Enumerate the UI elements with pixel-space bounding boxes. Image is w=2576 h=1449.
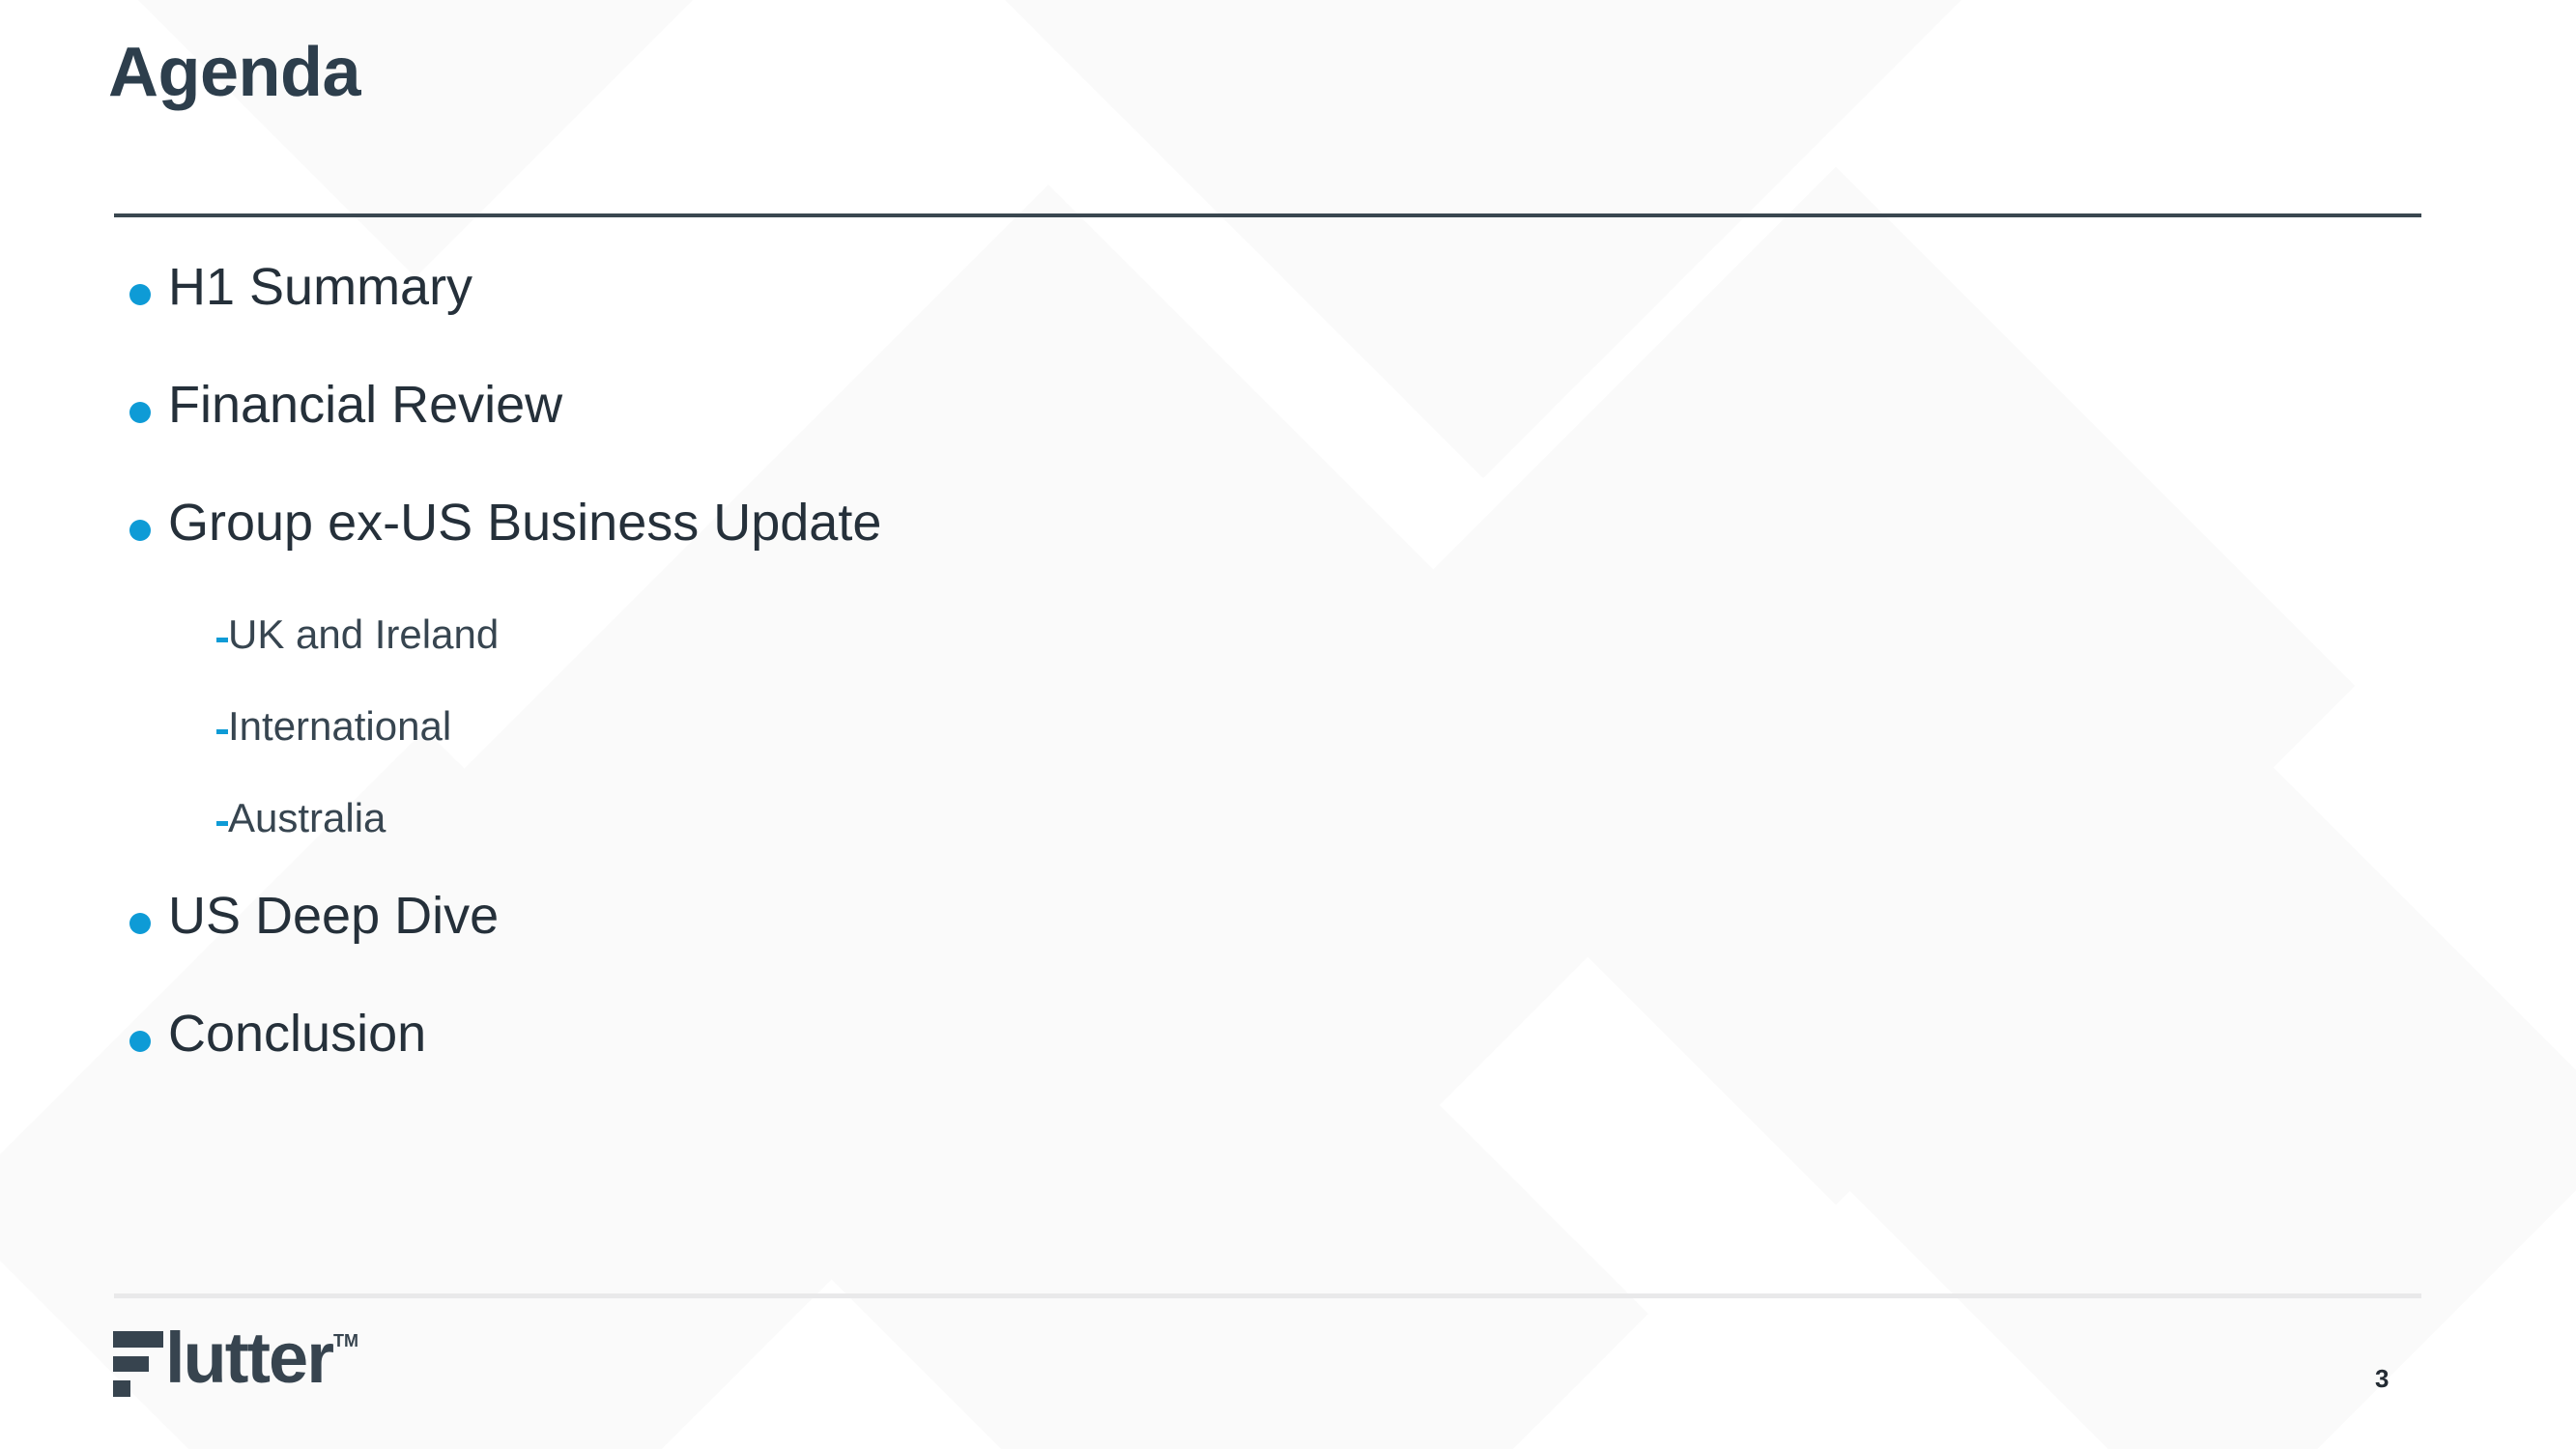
list-item[interactable]: H1 Summary: [108, 261, 881, 379]
sub-list-item[interactable]: Australia: [108, 798, 881, 890]
sub-list-item-label: International: [228, 703, 452, 749]
watermark-diamond: [1005, 0, 1961, 478]
watermark-diamond: [883, 931, 1648, 1449]
bullet-dot-icon: [108, 1008, 168, 1052]
list-item-label: H1 Summary: [168, 258, 473, 316]
list-item-label: US Deep Dive: [168, 887, 500, 945]
bullet-dot-icon: [108, 261, 168, 305]
watermark-diamond: [1316, 166, 2356, 1206]
logo-wordmark: lutter: [165, 1318, 334, 1398]
list-item[interactable]: Financial Review: [108, 379, 881, 497]
agenda-list: H1 Summary Financial Review Group ex-US …: [108, 261, 881, 1125]
dash-icon: [157, 614, 228, 642]
sub-list-item-label: UK and Ireland: [228, 611, 500, 657]
bullet-dot-icon: [108, 497, 168, 541]
sub-list-item[interactable]: UK and Ireland: [108, 614, 881, 706]
watermark-diamond: [1789, 706, 2576, 1449]
list-item[interactable]: US Deep Dive: [108, 890, 881, 1008]
sub-list-item-label: Australia: [228, 795, 386, 840]
footer-divider: [114, 1293, 2421, 1298]
list-item-label: Group ex-US Business Update: [168, 494, 882, 552]
trademark-symbol: TM: [333, 1331, 358, 1350]
list-item[interactable]: Conclusion: [108, 1008, 881, 1125]
page-title: Agenda: [108, 34, 361, 111]
list-item-label: Conclusion: [168, 1005, 427, 1063]
dash-icon: [157, 706, 228, 734]
flutter-f-icon: [113, 1327, 163, 1397]
list-item[interactable]: Group ex-US Business Update: [108, 497, 881, 614]
sub-list-item[interactable]: International: [108, 706, 881, 798]
title-divider: [114, 213, 2421, 217]
flutter-logo: lutter TM: [113, 1318, 358, 1398]
presentation-slide: Agenda H1 Summary Financial Review Group…: [0, 0, 2576, 1449]
bullet-dot-icon: [108, 379, 168, 423]
bullet-dot-icon: [108, 890, 168, 934]
list-item-label: Financial Review: [168, 376, 563, 434]
page-number: 3: [2375, 1364, 2390, 1393]
dash-icon: [157, 798, 228, 826]
